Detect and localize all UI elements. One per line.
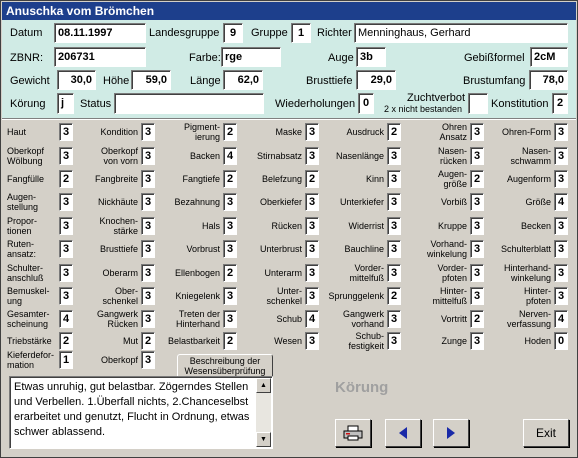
rating-value-field[interactable]: 3: [141, 351, 155, 369]
rating-value-field[interactable]: 3: [554, 147, 568, 165]
gruppe-label: Gruppe: [251, 27, 288, 39]
status-field[interactable]: [114, 93, 264, 114]
brusttiefe-field[interactable]: 29,0: [356, 70, 396, 90]
wiederholungen-field[interactable]: 0: [358, 93, 374, 114]
gewicht-label: Gewicht: [10, 75, 50, 87]
brustumfang-field[interactable]: 78,0: [529, 70, 568, 90]
rating-grid: Haut 3 Oberkopf Wölbung 3 Fangfülle 2 Augen- s…: [1, 121, 578, 370]
datum-label: Datum: [10, 27, 43, 39]
rating-label: Hinter- pfoten: [523, 286, 551, 306]
scroll-down-icon[interactable]: ▼: [256, 432, 271, 447]
hoehe-field[interactable]: 59,0: [131, 70, 171, 90]
hoehe-label: Höhe: [103, 75, 130, 87]
header-separator: [2, 118, 576, 120]
rating-label: Nasen- schwamm: [510, 146, 551, 166]
window-title: Anuschka vom Brömchen: [2, 2, 576, 20]
richter-label: Richter: [317, 27, 352, 39]
previous-button[interactable]: [385, 419, 421, 447]
konstitution-field[interactable]: 2: [552, 93, 568, 114]
rating-label: Becken: [520, 221, 551, 231]
laenge-field[interactable]: 62,0: [223, 70, 263, 90]
rating-label: Größe: [525, 197, 551, 207]
scroll-up-icon[interactable]: ▲: [256, 378, 271, 393]
rating-cell: Hinterhand- winkelung 3: [1, 262, 578, 284]
rating-label: Hinterhand- winkelung: [503, 263, 551, 283]
gebissformel-label: Gebißformel: [464, 52, 525, 64]
datum-field[interactable]: 08.11.1997: [54, 23, 146, 43]
rating-value-field[interactable]: 3: [554, 264, 568, 282]
prev-arrow-icon: [399, 427, 407, 439]
status-label: Status: [80, 98, 112, 110]
koerung-field[interactable]: j: [57, 93, 74, 114]
zuchtverbot-field[interactable]: [468, 93, 488, 114]
konstitution-label: Konstitution: [491, 98, 549, 110]
rating-label: Hoden: [524, 336, 551, 346]
rating-label: Augenform: [506, 174, 551, 184]
landesgruppe-label: Landesgruppe: [149, 27, 220, 39]
next-arrow-icon: [447, 427, 455, 439]
landesgruppe-field[interactable]: 9: [223, 23, 243, 43]
gruppe-field[interactable]: 1: [291, 23, 311, 43]
printer-icon: [343, 425, 363, 441]
description-text[interactable]: Etwas unruhig, gut belastbar. Zögerndes …: [14, 380, 257, 440]
rating-value-field[interactable]: 0: [554, 332, 568, 350]
rating-label: Oberkopf: [100, 355, 138, 365]
description-memo[interactable]: Etwas unruhig, gut belastbar. Zögerndes …: [9, 376, 273, 449]
richter-field[interactable]: Menninghaus, Gerhard: [354, 23, 568, 43]
zuchtverbot-sublabel: 2 x nicht bestanden: [384, 104, 463, 114]
memo-scrollbar[interactable]: ▲ ▼: [256, 378, 271, 447]
laenge-label: Länge: [190, 75, 221, 87]
wiederholungen-label: Wiederholungen: [275, 98, 356, 110]
zbnr-field[interactable]: 206731: [54, 47, 146, 67]
rating-cell: Oberkopf 3: [1, 349, 578, 371]
rating-value-field[interactable]: 3: [554, 217, 568, 235]
rating-value-field[interactable]: 3: [554, 287, 568, 305]
rating-value-field[interactable]: 3: [554, 240, 568, 258]
rating-cell: Ohren-Form 3: [1, 121, 578, 143]
rating-label: Ohren-Form: [501, 127, 551, 137]
zbnr-label: ZBNR:: [10, 52, 43, 64]
brusttiefe-label: Brusttiefe: [306, 75, 353, 87]
rating-value-field[interactable]: 3: [554, 170, 568, 188]
auge-field[interactable]: 3b: [356, 47, 386, 67]
farbe-field[interactable]: rge: [221, 47, 281, 67]
auge-label: Auge: [328, 52, 354, 64]
rating-value-field[interactable]: 4: [554, 310, 568, 328]
koerung-caption: Körung: [335, 379, 389, 396]
tab-wesensueberpruefung[interactable]: Beschreibung der Wesensüberprüfung: [177, 354, 273, 376]
farbe-label: Farbe:: [189, 52, 221, 64]
rating-cell: Hinter- pfoten 3: [1, 285, 578, 307]
rating-cell: Hoden 0: [1, 330, 578, 352]
gewicht-field[interactable]: 30,0: [57, 70, 96, 90]
rating-cell: Schulterblatt 3: [1, 238, 578, 260]
rating-value-field[interactable]: 3: [554, 123, 568, 141]
exit-button[interactable]: Exit: [523, 419, 569, 447]
window: Anuschka vom Brömchen Datum 08.11.1997 L…: [0, 0, 578, 458]
rating-cell: Becken 3: [1, 215, 578, 237]
gebissformel-field[interactable]: 2cM: [530, 47, 568, 67]
header-panel: Datum 08.11.1997 Landesgruppe 9 Gruppe 1…: [2, 20, 576, 118]
rating-label: Nerven- verfassung: [506, 309, 551, 329]
rating-label: Schulterblatt: [500, 244, 551, 254]
next-button[interactable]: [433, 419, 469, 447]
rating-cell: Nerven- verfassung 4: [1, 308, 578, 330]
rating-cell: Augenform 3: [1, 168, 578, 190]
koerung-label: Körung: [10, 98, 46, 110]
print-button[interactable]: [335, 419, 371, 447]
rating-value-field[interactable]: 4: [554, 193, 568, 211]
rating-cell: Größe 4: [1, 191, 578, 213]
rating-cell: Nasen- schwamm 3: [1, 145, 578, 167]
brustumfang-label: Brustumfang: [463, 75, 526, 87]
